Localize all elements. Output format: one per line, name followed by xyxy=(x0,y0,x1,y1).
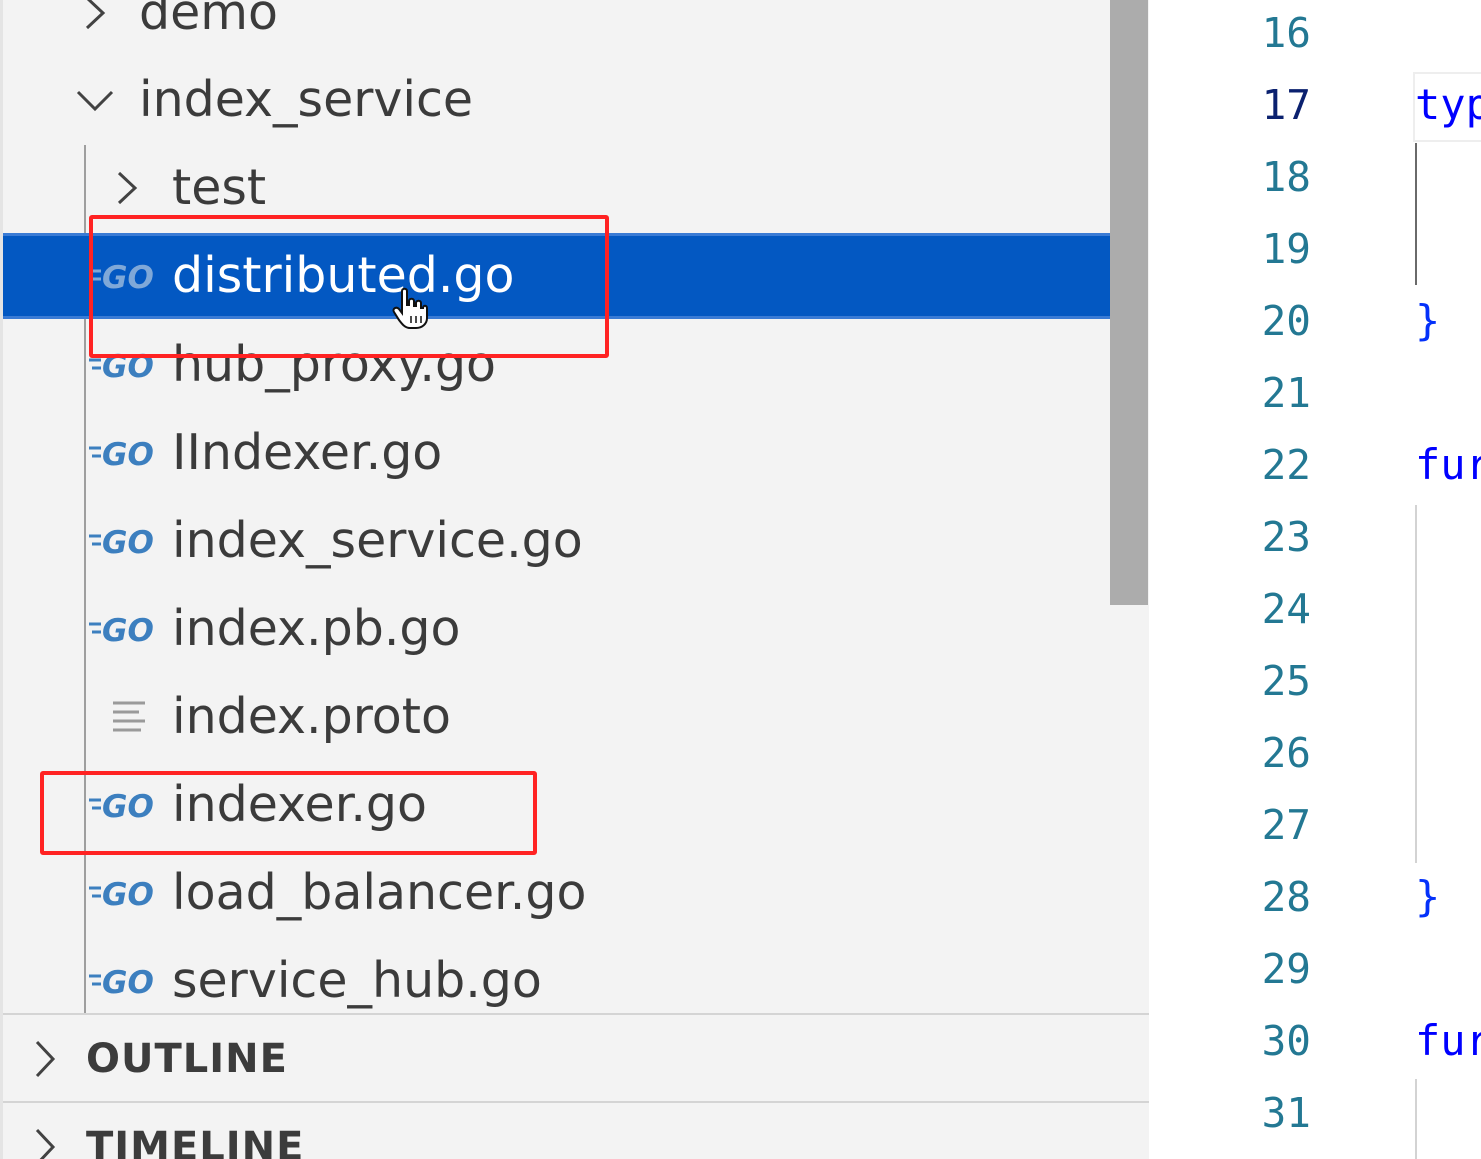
file-label: index_service.go xyxy=(172,512,583,569)
line-number: 28 xyxy=(1261,873,1311,921)
line-number: 27 xyxy=(1261,801,1311,849)
highlight-box-distributed-go xyxy=(89,215,609,358)
go-file-icon: GO xyxy=(89,874,159,913)
chevron-right-icon xyxy=(25,1103,65,1159)
line-number: 19 xyxy=(1261,225,1311,273)
go-file-icon: GO xyxy=(89,610,159,649)
code-type-keyword: typ xyxy=(1415,80,1481,129)
code-closing-brace: } xyxy=(1415,872,1441,921)
hand-pointer-icon xyxy=(392,287,430,335)
code-editor[interactable]: 16 17 18 19 20 21 22 23 24 25 26 27 28 2… xyxy=(1149,0,1481,1159)
indent-guide xyxy=(1415,505,1417,863)
tree-folder-index-service[interactable]: index_service xyxy=(3,57,1147,143)
line-number: 22 xyxy=(1261,441,1311,489)
outline-title: OUTLINE xyxy=(86,1036,288,1082)
indent-guide xyxy=(1415,1079,1417,1159)
line-number: 24 xyxy=(1261,585,1311,633)
code-func-keyword: fur xyxy=(1415,440,1481,489)
tree-file-index-proto[interactable]: index.proto xyxy=(3,674,1147,760)
code-func-keyword: fur xyxy=(1415,1016,1481,1065)
line-number: 20 xyxy=(1261,297,1311,345)
line-number: 26 xyxy=(1261,729,1311,777)
line-number: 21 xyxy=(1261,369,1311,417)
chevron-right-icon xyxy=(75,0,115,56)
go-file-icon: GO xyxy=(89,434,159,473)
explorer-sidebar: demo index_service test GO distributed.g… xyxy=(0,0,1149,1159)
svg-text:GO: GO xyxy=(102,877,154,912)
code-closing-brace: } xyxy=(1415,296,1441,345)
timeline-title: TIMELINE xyxy=(86,1124,305,1159)
tree-folder-demo[interactable]: demo xyxy=(3,0,1147,56)
folder-label: index_service xyxy=(139,71,474,128)
chevron-down-icon xyxy=(75,57,115,143)
tree-file-iindexer-go[interactable]: GO IIndexer.go xyxy=(3,410,1147,496)
svg-text:GO: GO xyxy=(102,965,154,1000)
tree-file-index-service-go[interactable]: GO index_service.go xyxy=(3,498,1147,584)
highlight-box-indexer-go xyxy=(40,771,537,855)
line-number: 25 xyxy=(1261,657,1311,705)
folder-label: demo xyxy=(139,0,278,41)
file-label: load_balancer.go xyxy=(172,864,587,921)
line-number-active: 17 xyxy=(1261,81,1311,129)
svg-text:GO: GO xyxy=(102,437,154,472)
indent-guide xyxy=(1415,143,1417,285)
svg-text:GO: GO xyxy=(102,613,154,648)
line-number: 16 xyxy=(1261,9,1311,57)
tree-file-service-hub-go[interactable]: GO service_hub.go xyxy=(3,938,1147,1024)
line-number: 18 xyxy=(1261,153,1311,201)
line-number: 29 xyxy=(1261,945,1311,993)
explorer-scrollbar[interactable] xyxy=(1110,0,1148,605)
file-label: IIndexer.go xyxy=(172,424,443,481)
line-number: 30 xyxy=(1261,1017,1311,1065)
tree-file-load-balancer-go[interactable]: GO load_balancer.go xyxy=(3,850,1147,936)
line-number: 23 xyxy=(1261,513,1311,561)
chevron-right-icon xyxy=(25,1015,65,1103)
outline-panel-header[interactable]: OUTLINE xyxy=(3,1013,1149,1103)
svg-text:GO: GO xyxy=(102,525,154,560)
tree-file-index-pb-go[interactable]: GO index.pb.go xyxy=(3,586,1147,672)
file-label: index.proto xyxy=(172,688,451,745)
file-label: service_hub.go xyxy=(172,952,542,1009)
timeline-panel-header[interactable]: TIMELINE xyxy=(3,1101,1149,1159)
go-file-icon: GO xyxy=(89,522,159,561)
text-file-icon xyxy=(111,699,151,735)
file-label: index.pb.go xyxy=(172,600,461,657)
line-number: 31 xyxy=(1261,1089,1311,1137)
go-file-icon: GO xyxy=(89,962,159,1001)
